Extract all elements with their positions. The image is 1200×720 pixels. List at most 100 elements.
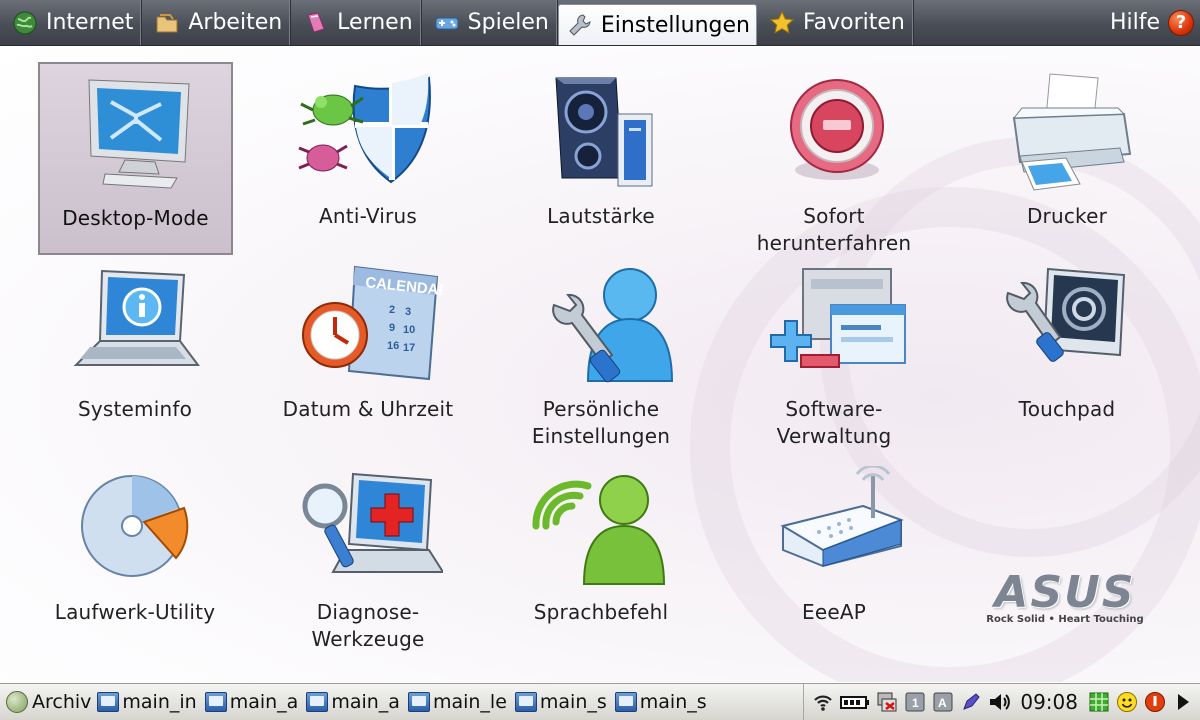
system-tray: 1 A 09:08 — [803, 684, 1200, 720]
smiley-icon[interactable] — [1116, 691, 1138, 713]
calendar-clock-icon: CALENDAR 2 3 9 10 16 17 — [293, 263, 450, 388]
clock[interactable]: 09:08 — [1016, 690, 1082, 714]
star-icon — [769, 10, 795, 36]
settings-item-label: Anti-Virus — [319, 204, 417, 228]
taskbar: Archiv main_in main_a main_a main_le main_s m… — [0, 683, 1200, 720]
shutdown-icon[interactable] — [1144, 691, 1166, 713]
start-button[interactable]: Archiv — [0, 684, 95, 720]
help-button[interactable]: Hilfe ? — [1110, 0, 1200, 45]
settings-item-label: Touchpad — [1018, 397, 1116, 421]
settings-item-label: Desktop-Mode — [62, 206, 209, 230]
taskbar-window-button[interactable]: main_a — [304, 687, 406, 717]
disk-pie-icon — [60, 466, 210, 591]
taskbar-window-button[interactable]: main_le — [406, 687, 513, 717]
settings-item-software-verwaltung[interactable]: Software- Verwaltung — [724, 255, 944, 458]
tab-spielen[interactable]: Spielen — [422, 0, 558, 45]
network-icon[interactable] — [876, 691, 898, 713]
asus-logo-tagline: Rock Solid • Heart Touching — [986, 614, 1144, 625]
voice-user-icon — [526, 466, 676, 591]
settings-item-label-line: Verwaltung — [776, 424, 892, 448]
laptop-info-icon — [60, 263, 210, 388]
tab-arbeiten[interactable]: Arbeiten — [142, 0, 292, 45]
tab-label: Favoriten — [802, 10, 905, 35]
grid-icon[interactable] — [1088, 691, 1110, 713]
pen-icon[interactable] — [960, 691, 982, 713]
settings-item-laufwerk-utility[interactable]: Laufwerk-Utility — [25, 458, 245, 661]
settings-item-label-line: Persönliche — [542, 397, 660, 421]
tab-favoriten[interactable]: Favoriten — [757, 0, 914, 45]
tab-internet[interactable]: Internet — [0, 0, 143, 45]
svg-text:1: 1 — [912, 696, 919, 710]
keyboard-1-icon[interactable]: 1 — [904, 691, 926, 713]
window-icon — [204, 692, 227, 712]
touchpad-icon — [992, 263, 1142, 388]
settings-item-label: Systeminfo — [77, 397, 193, 421]
settings-item-label: Sprachbefehl — [533, 600, 669, 624]
settings-item-lautstaerke[interactable]: Lautstärke — [491, 62, 711, 255]
window-icon — [514, 692, 537, 712]
speaker-icon — [526, 70, 676, 195]
settings-item-touchpad[interactable]: Touchpad — [957, 255, 1177, 458]
settings-item-sprachbefehl[interactable]: Sprachbefehl — [491, 458, 711, 661]
start-label: Archiv — [32, 691, 92, 713]
settings-item-desktop-mode[interactable]: Desktop-Mode — [38, 62, 233, 255]
taskbar-window-button[interactable]: main_in — [95, 687, 202, 717]
window-icon — [97, 692, 120, 712]
asus-logo-word: ASUS — [994, 567, 1136, 618]
settings-item-label-line: Sofort — [803, 204, 865, 228]
svg-text:2: 2 — [389, 304, 395, 316]
window-icon — [407, 692, 430, 712]
taskbar-window-button[interactable]: main_s — [613, 687, 713, 717]
svg-text:A: A — [938, 696, 947, 710]
settings-item-diagnose-werkzeuge[interactable]: Diagnose- Werkzeuge — [258, 458, 478, 661]
svg-text:3: 3 — [405, 306, 411, 318]
taskbar-window-label: main_s — [539, 691, 607, 713]
settings-item-systeminfo[interactable]: Systeminfo — [25, 255, 245, 458]
settings-item-datum-uhrzeit[interactable]: CALENDAR 2 3 9 10 16 17 Datum & Uhrzeit — [258, 255, 478, 458]
taskbar-window-label: main_a — [229, 691, 299, 713]
book-icon — [303, 10, 329, 36]
settings-item-label-line: Software- — [785, 397, 883, 421]
volume-icon[interactable] — [988, 691, 1011, 713]
task-list: main_in main_a main_a main_le main_s main_s — [95, 687, 712, 717]
svg-text:16: 16 — [387, 340, 399, 352]
settings-item-label: Lautstärke — [547, 204, 655, 228]
settings-panel: Desktop-Mode Anti-Virus Lautstärke Sofort he… — [0, 47, 1200, 682]
settings-item-drucker[interactable]: Drucker — [957, 62, 1177, 255]
wifi-icon[interactable] — [812, 691, 834, 713]
settings-item-label: Drucker — [1026, 204, 1108, 228]
settings-item-label-line: Diagnose- — [316, 600, 420, 624]
window-icon — [614, 692, 637, 712]
settings-item-anti-virus[interactable]: Anti-Virus — [258, 62, 478, 255]
settings-item-sofort-herunterfahren[interactable]: Sofort herunterfahren — [724, 62, 944, 255]
settings-item-eeeap[interactable]: EeeAP — [724, 458, 944, 661]
svg-text:10: 10 — [403, 324, 415, 336]
taskbar-window-button[interactable]: main_a — [203, 687, 305, 717]
tab-einstellungen[interactable]: Einstellungen — [557, 4, 757, 45]
arrow-right-icon[interactable] — [1172, 691, 1194, 713]
settings-item-label-line: Einstellungen — [531, 424, 671, 448]
tab-label: Einstellungen — [600, 12, 750, 38]
software-windows-icon — [759, 263, 909, 388]
power-button-icon — [759, 70, 909, 195]
router-icon — [759, 464, 909, 591]
battery-icon[interactable] — [840, 691, 870, 713]
taskbar-window-button[interactable]: main_s — [513, 687, 613, 717]
gamepad-icon — [434, 10, 460, 36]
help-label: Hilfe — [1109, 10, 1160, 35]
shield-bug-icon — [293, 70, 443, 195]
tab-label: Arbeiten — [188, 10, 283, 35]
settings-item-label: Persönliche Einstellungen — [532, 396, 670, 450]
tab-label: Spielen — [467, 10, 549, 35]
globe-icon — [12, 10, 38, 36]
settings-item-persoenliche-einstellungen[interactable]: Persönliche Einstellungen — [491, 255, 711, 458]
settings-item-label: Laufwerk-Utility — [54, 600, 216, 624]
keyboard-a-icon[interactable]: A — [932, 691, 954, 713]
top-tab-bar: Internet Arbeiten Lernen Spielen Einstellung… — [0, 0, 1200, 46]
window-icon — [306, 692, 329, 712]
tab-lernen[interactable]: Lernen — [291, 0, 422, 45]
settings-item-label: Software- Verwaltung — [777, 396, 892, 450]
settings-item-label: Diagnose- Werkzeuge — [312, 599, 425, 653]
taskbar-window-label: main_le — [432, 691, 507, 713]
tab-label: Lernen — [337, 10, 413, 35]
